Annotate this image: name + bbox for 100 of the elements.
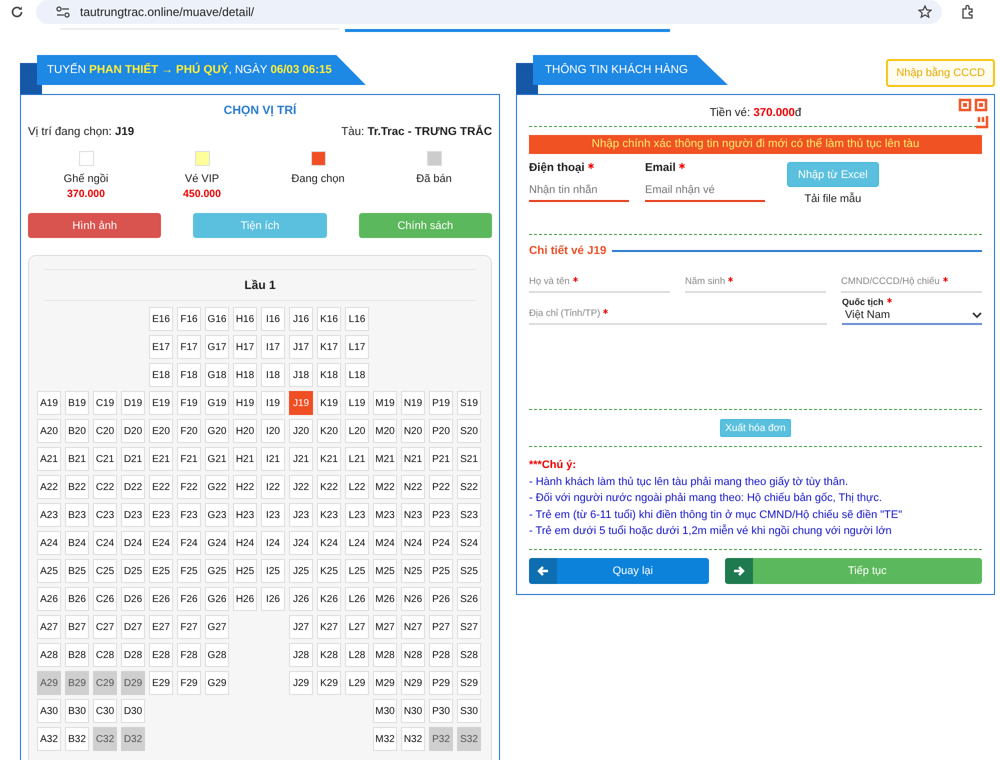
- seat-button[interactable]: K29: [317, 671, 341, 695]
- seat-button[interactable]: M29: [373, 671, 397, 695]
- seat-button[interactable]: A21: [37, 447, 61, 471]
- seat-button[interactable]: B27: [65, 615, 89, 639]
- seat-button[interactable]: C26: [93, 587, 117, 611]
- back-button[interactable]: Quay lại: [529, 558, 709, 584]
- seat-button[interactable]: C22: [93, 475, 117, 499]
- seat-button[interactable]: B26: [65, 587, 89, 611]
- seat-button[interactable]: S25: [457, 559, 481, 583]
- seat-button[interactable]: F23: [177, 503, 201, 527]
- seat-button[interactable]: D25: [121, 559, 145, 583]
- seat-button[interactable]: M20: [373, 419, 397, 443]
- seat-button[interactable]: J21: [289, 447, 313, 471]
- seat-button[interactable]: F28: [177, 643, 201, 667]
- seat-button[interactable]: L19: [345, 391, 369, 415]
- seat-button[interactable]: F19: [177, 391, 201, 415]
- seat-button[interactable]: F18: [177, 363, 201, 387]
- seat-button[interactable]: G23: [205, 503, 229, 527]
- seat-button[interactable]: A24: [37, 531, 61, 555]
- seat-button[interactable]: N30: [401, 699, 425, 723]
- seat-button[interactable]: F24: [177, 531, 201, 555]
- seat-button[interactable]: E27: [149, 615, 173, 639]
- input-field[interactable]: CMND/CCCD/Hộ chiếu: [841, 276, 982, 293]
- seat-button[interactable]: F26: [177, 587, 201, 611]
- seat-button[interactable]: B30: [65, 699, 89, 723]
- seat-button[interactable]: H18: [233, 363, 257, 387]
- seat-button[interactable]: K26: [317, 587, 341, 611]
- seat-button[interactable]: L23: [345, 503, 369, 527]
- nationality-dropdown[interactable]: Việt Nam: [842, 307, 982, 325]
- seat-button[interactable]: B23: [65, 503, 89, 527]
- seat-button[interactable]: L18: [345, 363, 369, 387]
- seat-button[interactable]: J18: [289, 363, 313, 387]
- seat-button[interactable]: K21: [317, 447, 341, 471]
- seat-button[interactable]: E23: [149, 503, 173, 527]
- seat-button[interactable]: E21: [149, 447, 173, 471]
- seat-button[interactable]: N32: [401, 727, 425, 751]
- input-field[interactable]: Họ và tên: [529, 276, 670, 293]
- seat-button[interactable]: E29: [149, 671, 173, 695]
- seat-button[interactable]: M23: [373, 503, 397, 527]
- qr-scan-icon[interactable]: [957, 97, 989, 129]
- seat-button[interactable]: J22: [289, 475, 313, 499]
- seat-button[interactable]: I26: [261, 587, 285, 611]
- seat-button[interactable]: G21: [205, 447, 229, 471]
- seat-button[interactable]: G26: [205, 587, 229, 611]
- seat-button[interactable]: J25: [289, 559, 313, 583]
- seat-button[interactable]: M24: [373, 531, 397, 555]
- seat-button[interactable]: G29: [205, 671, 229, 695]
- seat-button[interactable]: S20: [457, 419, 481, 443]
- seat-button[interactable]: G24: [205, 531, 229, 555]
- seat-button[interactable]: P32: [429, 727, 453, 751]
- seat-button[interactable]: N27: [401, 615, 425, 639]
- seat-button[interactable]: F22: [177, 475, 201, 499]
- seat-button[interactable]: A27: [37, 615, 61, 639]
- seat-button[interactable]: C27: [93, 615, 117, 639]
- seat-button[interactable]: A25: [37, 559, 61, 583]
- seat-button[interactable]: L24: [345, 531, 369, 555]
- seat-button[interactable]: N26: [401, 587, 425, 611]
- seat-button[interactable]: G19: [205, 391, 229, 415]
- seat-button[interactable]: B20: [65, 419, 89, 443]
- seat-button[interactable]: E22: [149, 475, 173, 499]
- seat-button[interactable]: P26: [429, 587, 453, 611]
- seat-button[interactable]: B25: [65, 559, 89, 583]
- seat-button[interactable]: H21: [233, 447, 257, 471]
- seat-button[interactable]: D26: [121, 587, 145, 611]
- seat-button[interactable]: I16: [261, 307, 285, 331]
- seat-button[interactable]: F20: [177, 419, 201, 443]
- seat-button[interactable]: L22: [345, 475, 369, 499]
- seat-button[interactable]: I23: [261, 503, 285, 527]
- seat-button[interactable]: F29: [177, 671, 201, 695]
- seat-button[interactable]: S26: [457, 587, 481, 611]
- seat-button[interactable]: A23: [37, 503, 61, 527]
- seat-button[interactable]: A26: [37, 587, 61, 611]
- seat-button[interactable]: L16: [345, 307, 369, 331]
- seat-button[interactable]: S24: [457, 531, 481, 555]
- seat-button[interactable]: H17: [233, 335, 257, 359]
- seat-button[interactable]: F17: [177, 335, 201, 359]
- seat-button[interactable]: M19: [373, 391, 397, 415]
- seat-button[interactable]: I19: [261, 391, 285, 415]
- seat-button[interactable]: J24: [289, 531, 313, 555]
- seat-button[interactable]: S27: [457, 615, 481, 639]
- seat-button[interactable]: M21: [373, 447, 397, 471]
- template-download-link[interactable]: Tải file mẫu: [804, 193, 862, 205]
- seat-button[interactable]: S22: [457, 475, 481, 499]
- seat-button[interactable]: M28: [373, 643, 397, 667]
- seat-button[interactable]: P24: [429, 531, 453, 555]
- seat-button[interactable]: C24: [93, 531, 117, 555]
- seat-button[interactable]: A30: [37, 699, 61, 723]
- bookmark-star-icon[interactable]: [918, 5, 932, 19]
- seat-button[interactable]: D19: [121, 391, 145, 415]
- seat-button[interactable]: K24: [317, 531, 341, 555]
- seat-button[interactable]: M25: [373, 559, 397, 583]
- seat-button[interactable]: F16: [177, 307, 201, 331]
- seat-button[interactable]: P27: [429, 615, 453, 639]
- seat-button[interactable]: S23: [457, 503, 481, 527]
- seat-button[interactable]: S29: [457, 671, 481, 695]
- seat-button[interactable]: C30: [93, 699, 117, 723]
- seat-button[interactable]: F25: [177, 559, 201, 583]
- seat-button[interactable]: E28: [149, 643, 173, 667]
- seat-button[interactable]: S21: [457, 447, 481, 471]
- seat-button[interactable]: L17: [345, 335, 369, 359]
